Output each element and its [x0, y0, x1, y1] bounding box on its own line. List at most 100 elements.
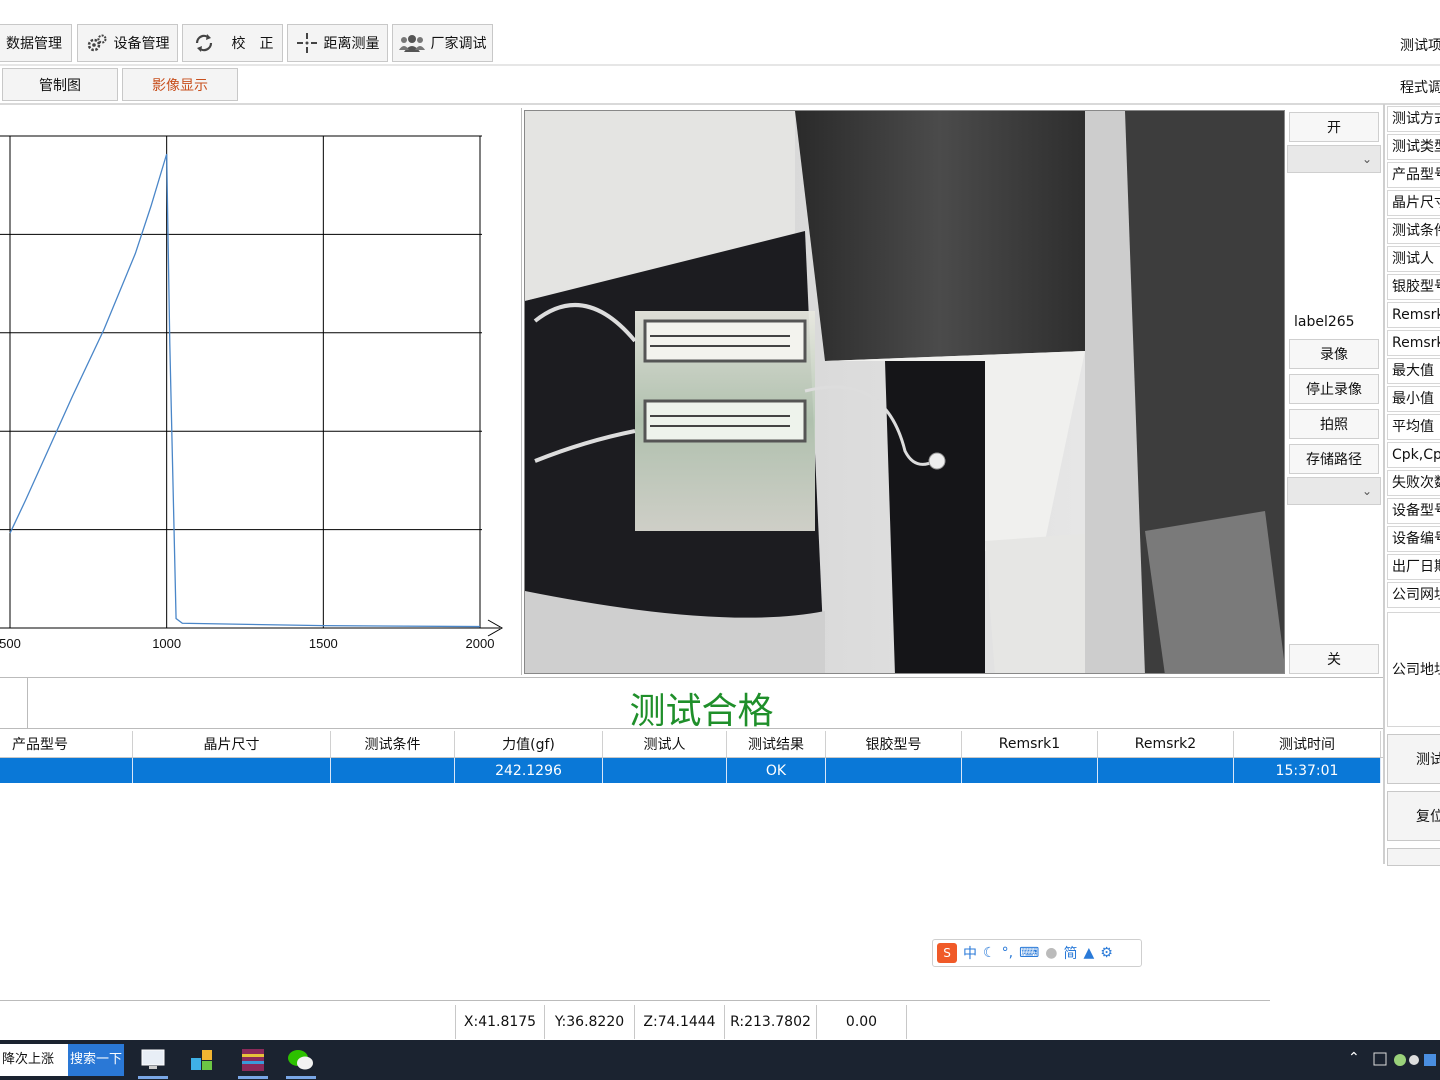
stop-record-button[interactable]: 停止录像: [1289, 374, 1379, 404]
camera-close-button[interactable]: 关: [1289, 644, 1379, 674]
chart-panel: 500 1000 1500 2000: [0, 108, 522, 675]
data-management-label: 数据管理: [6, 36, 62, 52]
tab-image-display-label: 影像显示: [152, 77, 208, 94]
ime-simplified-toggle[interactable]: 简: [1063, 943, 1077, 963]
test-result-text: 测试合格: [629, 691, 774, 732]
test-button[interactable]: 测试: [1387, 734, 1440, 784]
save-path-label: 存储路径: [1306, 452, 1362, 468]
ime-toolbar: S 中 ☾ °, ⌨ ● 简 ▲ ⚙: [932, 939, 1142, 967]
result-bar: 测试合格: [0, 677, 1383, 732]
remote-desktop-icon[interactable]: [138, 1046, 168, 1074]
refresh-icon: [192, 32, 216, 54]
tab-image-display[interactable]: 影像显示: [122, 68, 238, 101]
status-y: Y:36.8220: [545, 1005, 635, 1039]
device-management-button[interactable]: 设备管理: [77, 24, 178, 62]
status-x: X:41.8175: [455, 1005, 545, 1039]
shirt-icon[interactable]: ▲: [1083, 945, 1094, 961]
settings-gear-icon[interactable]: ⚙: [1100, 945, 1113, 961]
reset-button-label: 复位: [1416, 809, 1440, 825]
force-series-line: [9, 153, 481, 628]
right-panel-field: 出厂日期: [1387, 554, 1440, 580]
camera-image: [525, 111, 1284, 673]
table-cell: [331, 758, 455, 783]
column-header[interactable]: Remsrk2: [1098, 731, 1234, 757]
moon-icon[interactable]: ☾: [983, 945, 996, 961]
wechat-icon[interactable]: [286, 1046, 316, 1074]
record-label: 录像: [1320, 347, 1348, 363]
column-header[interactable]: 测试人: [603, 731, 727, 757]
save-path-select[interactable]: ⌄: [1287, 477, 1381, 505]
ime-language-toggle[interactable]: 中: [963, 943, 977, 963]
tab-control-chart-label: 管制图: [39, 77, 81, 94]
reset-button[interactable]: 复位: [1387, 791, 1440, 841]
camera-select[interactable]: ⌄: [1287, 145, 1381, 173]
right-panel-field: 设备编号: [1387, 526, 1440, 552]
right-panel-field: 测试条件: [1387, 218, 1440, 244]
active-indicator: [138, 1076, 168, 1079]
camera-close-label: 关: [1327, 652, 1341, 668]
device-management-label: 设备管理: [113, 36, 170, 52]
toolbar-divider: [0, 64, 1440, 66]
table-cell: OK: [727, 758, 826, 783]
table-cell: [0, 758, 133, 783]
table-cell: [826, 758, 962, 783]
right-panel-field: 公司网址: [1387, 582, 1440, 608]
data-management-button[interactable]: 数据管理: [0, 24, 72, 62]
sogou-logo-icon[interactable]: S: [937, 943, 957, 963]
status-bar-divider: [0, 1000, 1270, 1001]
photo-label: 拍照: [1320, 417, 1348, 433]
x-tick-label: 1000: [152, 636, 181, 651]
right-panel-field: Remsrk1: [1387, 302, 1440, 328]
active-indicator: [286, 1076, 316, 1079]
users-icon: [398, 34, 425, 52]
vendor-debug-button[interactable]: 厂家调试: [392, 24, 493, 62]
distance-measure-button[interactable]: 距离测量: [287, 24, 388, 62]
column-header[interactable]: 测试时间: [1234, 731, 1381, 757]
tray-icons[interactable]: [1372, 1050, 1440, 1070]
column-header[interactable]: Remsrk1: [962, 731, 1098, 757]
gear-icon: [86, 33, 108, 53]
company-address-label: 公司地址: [1392, 662, 1440, 678]
user-icon[interactable]: ●: [1045, 945, 1057, 961]
right-panel-field: 平均值: [1387, 414, 1440, 440]
column-header[interactable]: 力值(gf): [455, 731, 603, 757]
program-label: 程式调: [1400, 80, 1440, 96]
stop-record-label: 停止录像: [1306, 382, 1362, 398]
right-panel-field: 测试类型: [1387, 134, 1440, 160]
taskbar-search-input[interactable]: 降次上涨: [0, 1044, 68, 1076]
app-blocks-icon[interactable]: [188, 1046, 218, 1074]
right-panel-field: 设备型号: [1387, 498, 1440, 524]
taskbar: 降次上涨 搜索一下 ⌃: [0, 1040, 1440, 1080]
right-panel-field: 产品型号: [1387, 162, 1440, 188]
column-header[interactable]: 银胶型号: [826, 731, 962, 757]
keyboard-icon[interactable]: ⌨: [1019, 945, 1039, 961]
column-header[interactable]: 测试结果: [727, 731, 826, 757]
right-panel-field: 最小值: [1387, 386, 1440, 412]
save-path-button[interactable]: 存储路径: [1289, 444, 1379, 474]
table-cell: [603, 758, 727, 783]
table-cell: 242.1296: [455, 758, 603, 783]
active-indicator: [238, 1076, 268, 1079]
taskbar-search-button[interactable]: 搜索一下: [68, 1044, 124, 1076]
punctuation-icon[interactable]: °,: [1002, 945, 1013, 961]
calibrate-label: 校 正: [231, 36, 274, 52]
column-header[interactable]: 晶片尺寸: [133, 731, 331, 757]
winrar-icon[interactable]: [238, 1046, 268, 1074]
column-header[interactable]: 产品型号: [0, 731, 133, 757]
chevron-down-icon: ⌄: [1361, 484, 1372, 498]
tab-control-chart[interactable]: 管制图: [2, 68, 118, 101]
column-header[interactable]: 测试条件: [331, 731, 455, 757]
distance-measure-label: 距离测量: [323, 36, 380, 52]
camera-open-button[interactable]: 开: [1289, 112, 1379, 142]
test-item-label: 测试项: [1400, 38, 1440, 54]
status-r: R:213.7802: [725, 1005, 817, 1039]
table-cell: [133, 758, 331, 783]
x-tick-label: 500: [0, 636, 21, 651]
table-cell: [1098, 758, 1234, 783]
calibrate-button[interactable]: 校 正: [182, 24, 283, 62]
chevron-up-icon[interactable]: ⌃: [1348, 1050, 1364, 1070]
record-button[interactable]: 录像: [1289, 339, 1379, 369]
photo-button[interactable]: 拍照: [1289, 409, 1379, 439]
more-button[interactable]: [1387, 848, 1440, 866]
right-panel-field: 最大值: [1387, 358, 1440, 384]
